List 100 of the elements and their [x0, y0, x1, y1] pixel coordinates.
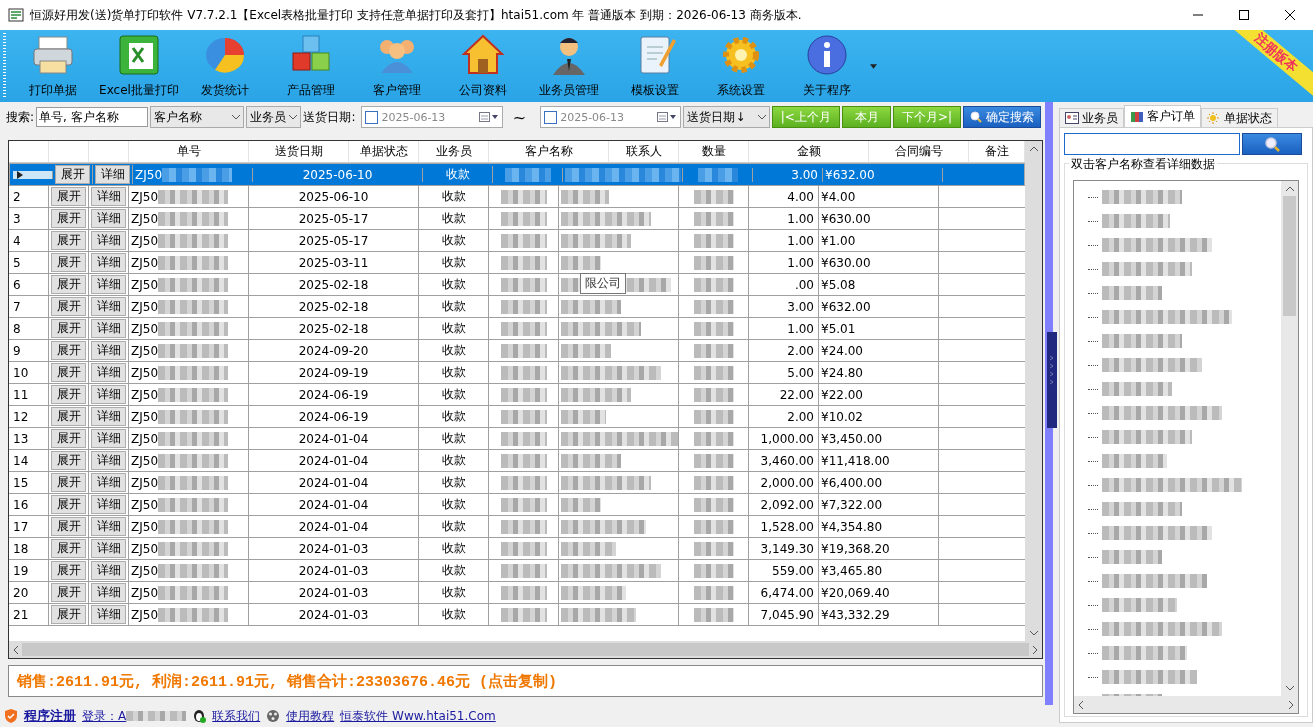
detail-button[interactable]: 详细	[91, 209, 126, 228]
scroll-down-icon[interactable]	[1029, 631, 1038, 636]
expand-button[interactable]: 展开	[55, 165, 90, 184]
table-row[interactable]: 14 展开 详细 ZJ50 2024-01-04 收款 3,460.00 ¥11,418.00	[9, 450, 1025, 472]
expand-button[interactable]: 展开	[51, 473, 86, 492]
table-row[interactable]: 17 展开 详细 ZJ50 2024-01-04 收款 1,528.00 ¥4,354.80	[9, 516, 1025, 538]
expand-button[interactable]: 展开	[51, 429, 86, 448]
table-row[interactable]: 15 展开 详细 ZJ50 2024-01-04 收款 2,000.00 ¥6,400.00	[9, 472, 1025, 494]
detail-button[interactable]: 详细	[91, 253, 126, 272]
table-row[interactable]: 2 展开 详细 ZJ50 2025-06-10 收款 4.00 ¥4.00	[9, 186, 1025, 208]
expand-button[interactable]: 展开	[51, 341, 86, 360]
date-picker[interactable]: 2025-06-13	[540, 106, 682, 128]
detail-button[interactable]: 详细	[91, 297, 126, 316]
detail-button[interactable]: 详细	[91, 231, 126, 250]
detail-button[interactable]: 详细	[91, 319, 126, 338]
expand-button[interactable]: 展开	[51, 385, 86, 404]
vertical-scrollbar[interactable]	[1025, 141, 1042, 641]
expand-button[interactable]: 展开	[51, 407, 86, 426]
salesperson-dropdown[interactable]: 业务员	[245, 106, 302, 128]
scroll-up-icon[interactable]	[1285, 186, 1294, 191]
scroll-left-icon[interactable]	[13, 645, 18, 654]
toolbar-button[interactable]: 关于程序	[784, 30, 870, 100]
search-button[interactable]: 确定搜索	[963, 106, 1041, 128]
scroll-down-icon[interactable]	[1285, 686, 1294, 691]
collapse-handle[interactable]	[1047, 332, 1057, 428]
horizontal-scrollbar[interactable]	[9, 641, 1042, 658]
expand-button[interactable]: 展开	[51, 297, 86, 316]
contact-link[interactable]: 联系我们	[212, 707, 261, 725]
table-row[interactable]: 20 展开 详细 ZJ50 2024-01-03 收款 6,474.00 ¥20,069.40	[9, 582, 1025, 604]
expand-button[interactable]: 展开	[51, 451, 86, 470]
register-link[interactable]: 程序注册	[24, 707, 76, 725]
expand-button[interactable]: 展开	[51, 583, 86, 602]
detail-button[interactable]: 详细	[95, 165, 130, 184]
detail-button[interactable]: 详细	[91, 561, 126, 580]
toolbar-button[interactable]: 公司资料	[440, 30, 526, 100]
scroll-thumb[interactable]	[1283, 196, 1296, 316]
horizontal-scrollbar[interactable]	[1074, 696, 1298, 713]
date-picker[interactable]: 2025-06-13	[361, 106, 503, 128]
detail-button[interactable]: 详细	[91, 539, 126, 558]
detail-button[interactable]: 详细	[91, 363, 126, 382]
tutorial-link[interactable]: 使用教程	[286, 707, 335, 725]
expand-button[interactable]: 展开	[51, 319, 86, 338]
table-row[interactable]: 4 展开 详细 ZJ50 2025-05-17 收款 1.00 ¥1.00	[9, 230, 1025, 252]
toolbar-button[interactable]: 产品管理	[268, 30, 354, 100]
login-link[interactable]: 登录：A	[82, 707, 127, 725]
scroll-right-icon[interactable]	[1033, 645, 1038, 654]
toolbar-button[interactable]: 系统设置	[698, 30, 784, 100]
table-row[interactable]: 9 展开 详细 ZJ50 2024-09-20 收款 2.00 ¥24.00	[9, 340, 1025, 362]
table-row[interactable]: 16 展开 详细 ZJ50 2024-01-04 收款 2,092.00 ¥7,322.00	[9, 494, 1025, 516]
vertical-scrollbar[interactable]	[1281, 181, 1298, 696]
website-link[interactable]: 恒泰软件 Www.htai51.Com	[340, 707, 496, 725]
detail-button[interactable]: 详细	[91, 407, 126, 426]
table-row[interactable]: 18 展开 详细 ZJ50 2024-01-03 收款 3,149.30 ¥19,368.20	[9, 538, 1025, 560]
field-dropdown[interactable]: 客户名称	[150, 106, 244, 128]
table-row[interactable]: 13 展开 详细 ZJ50 2024-01-04 收款 1,000.00 ¥3,450.00	[9, 428, 1025, 450]
sort-dropdown[interactable]: 送货日期↓	[683, 106, 770, 128]
tab[interactable]: 客户订单	[1124, 105, 1201, 127]
expand-button[interactable]: 展开	[51, 187, 86, 206]
expand-button[interactable]: 展开	[51, 209, 86, 228]
tab[interactable]: 单据状态	[1201, 108, 1278, 127]
table-row[interactable]: 7 展开 详细 ZJ50 2025-02-18 收款 3.00 ¥632.00	[9, 296, 1025, 318]
detail-button[interactable]: 详细	[91, 275, 126, 294]
table-row[interactable]: 5 展开 详细 ZJ50 2025-03-11 收款 1.00 ¥630.00	[9, 252, 1025, 274]
toolbar-button[interactable]: 业务员管理	[526, 30, 612, 100]
expand-button[interactable]: 展开	[51, 231, 86, 250]
table-row[interactable]: 展开 详细 ZJ50 2025-06-10 收款 3.00 ¥632.00	[9, 163, 1025, 186]
detail-button[interactable]: 详细	[91, 451, 126, 470]
table-row[interactable]: 3 展开 详细 ZJ50 2025-05-17 收款 1.00 ¥630.00	[9, 208, 1025, 230]
expand-button[interactable]: 展开	[51, 363, 86, 382]
scroll-up-icon[interactable]	[1029, 146, 1038, 151]
detail-button[interactable]: 详细	[91, 187, 126, 206]
expand-button[interactable]: 展开	[51, 253, 86, 272]
toolbar-button[interactable]: 模板设置	[612, 30, 698, 100]
table-row[interactable]: 21 展开 详细 ZJ50 2024-01-03 收款 7,045.90 ¥43,332.29	[9, 604, 1025, 626]
table-row[interactable]: 12 展开 详细 ZJ50 2024-06-19 收款 2.00 ¥10.02	[9, 406, 1025, 428]
toolbar-button[interactable]: 发货统计	[182, 30, 268, 100]
table-row[interactable]: 8 展开 详细 ZJ50 2025-02-18 收款 1.00 ¥5.01	[9, 318, 1025, 340]
toolbar-button[interactable]: 打印单据	[10, 30, 96, 100]
search-field[interactable]: 单号, 客户名称	[36, 107, 149, 127]
expand-button[interactable]: 展开	[51, 605, 86, 624]
expand-button[interactable]: 展开	[51, 561, 86, 580]
detail-button[interactable]: 详细	[91, 495, 126, 514]
toolbar-button[interactable]: Excel批量打印	[96, 30, 182, 100]
detail-button[interactable]: 详细	[91, 341, 126, 360]
detail-button[interactable]: 详细	[91, 517, 126, 536]
detail-button[interactable]: 详细	[91, 385, 126, 404]
scroll-left-icon[interactable]	[1078, 700, 1083, 709]
toolbar-button[interactable]: 客户管理	[354, 30, 440, 100]
tab[interactable]: 业务员	[1059, 108, 1124, 127]
scroll-right-icon[interactable]	[1289, 700, 1294, 709]
expand-button[interactable]: 展开	[51, 539, 86, 558]
detail-button[interactable]: 详细	[91, 429, 126, 448]
detail-button[interactable]: 详细	[91, 583, 126, 602]
expand-button[interactable]: 展开	[51, 275, 86, 294]
table-row[interactable]: 10 展开 详细 ZJ50 2024-09-19 收款 5.00 ¥24.80	[9, 362, 1025, 384]
expand-button[interactable]: 展开	[51, 495, 86, 514]
caret-icon[interactable]	[870, 64, 877, 69]
detail-button[interactable]: 详细	[91, 473, 126, 492]
customer-search-field[interactable]	[1064, 133, 1240, 155]
search-button[interactable]	[1242, 133, 1302, 155]
